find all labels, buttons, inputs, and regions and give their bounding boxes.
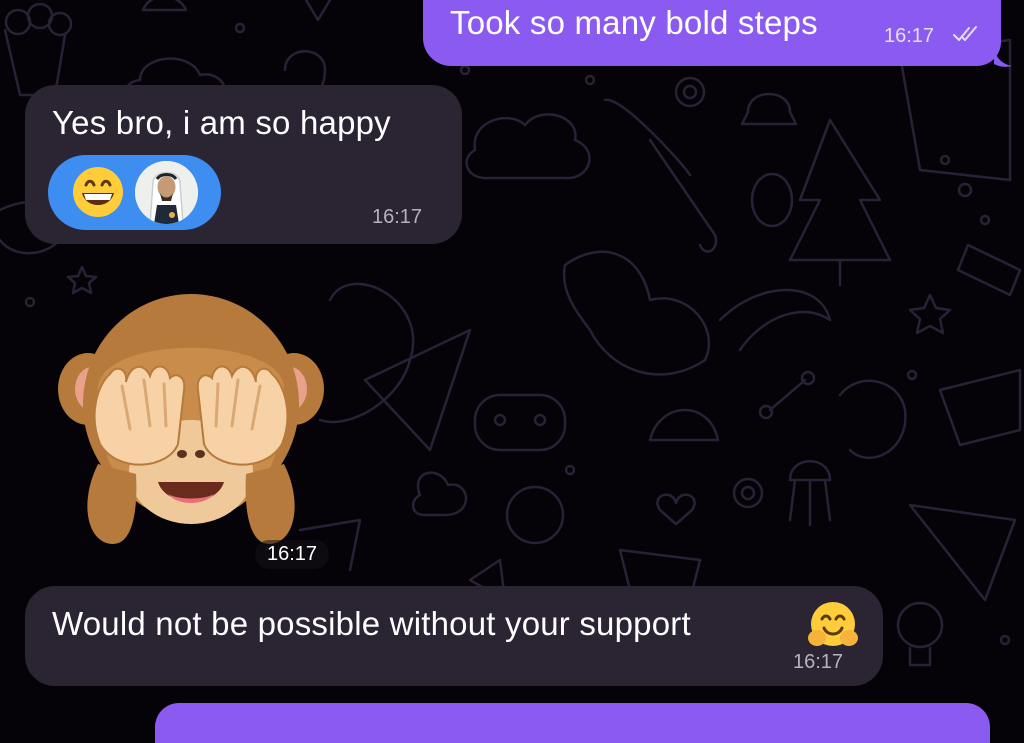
sticker-time: 16:17 xyxy=(255,540,330,569)
outgoing-message-bubble[interactable]: Took so many bold steps 16:17 xyxy=(423,0,1001,66)
message-time: 16:17 xyxy=(793,651,844,673)
grinning-face-icon xyxy=(71,165,125,224)
message-time: 16:17 xyxy=(884,25,935,47)
double-check-icon xyxy=(952,24,982,49)
message-text: Took so many bold steps xyxy=(450,4,818,41)
reactor-avatar[interactable] xyxy=(135,161,198,224)
incoming-message-bubble[interactable]: Would not be possible without your suppo… xyxy=(25,586,883,686)
message-text: Would not be possible without your suppo… xyxy=(52,605,691,642)
message-time: 16:17 xyxy=(372,206,423,228)
incoming-message-bubble[interactable]: Yes bro, i am so happy 16:17 xyxy=(25,85,462,244)
reaction-pill[interactable] xyxy=(48,155,221,230)
message-text: Yes bro, i am so happy xyxy=(52,104,391,141)
bubble-tail-icon xyxy=(994,48,1012,67)
see-no-evil-monkey-icon[interactable] xyxy=(58,294,324,557)
outgoing-message-bubble[interactable] xyxy=(155,703,990,743)
hugging-face-icon xyxy=(807,600,859,657)
